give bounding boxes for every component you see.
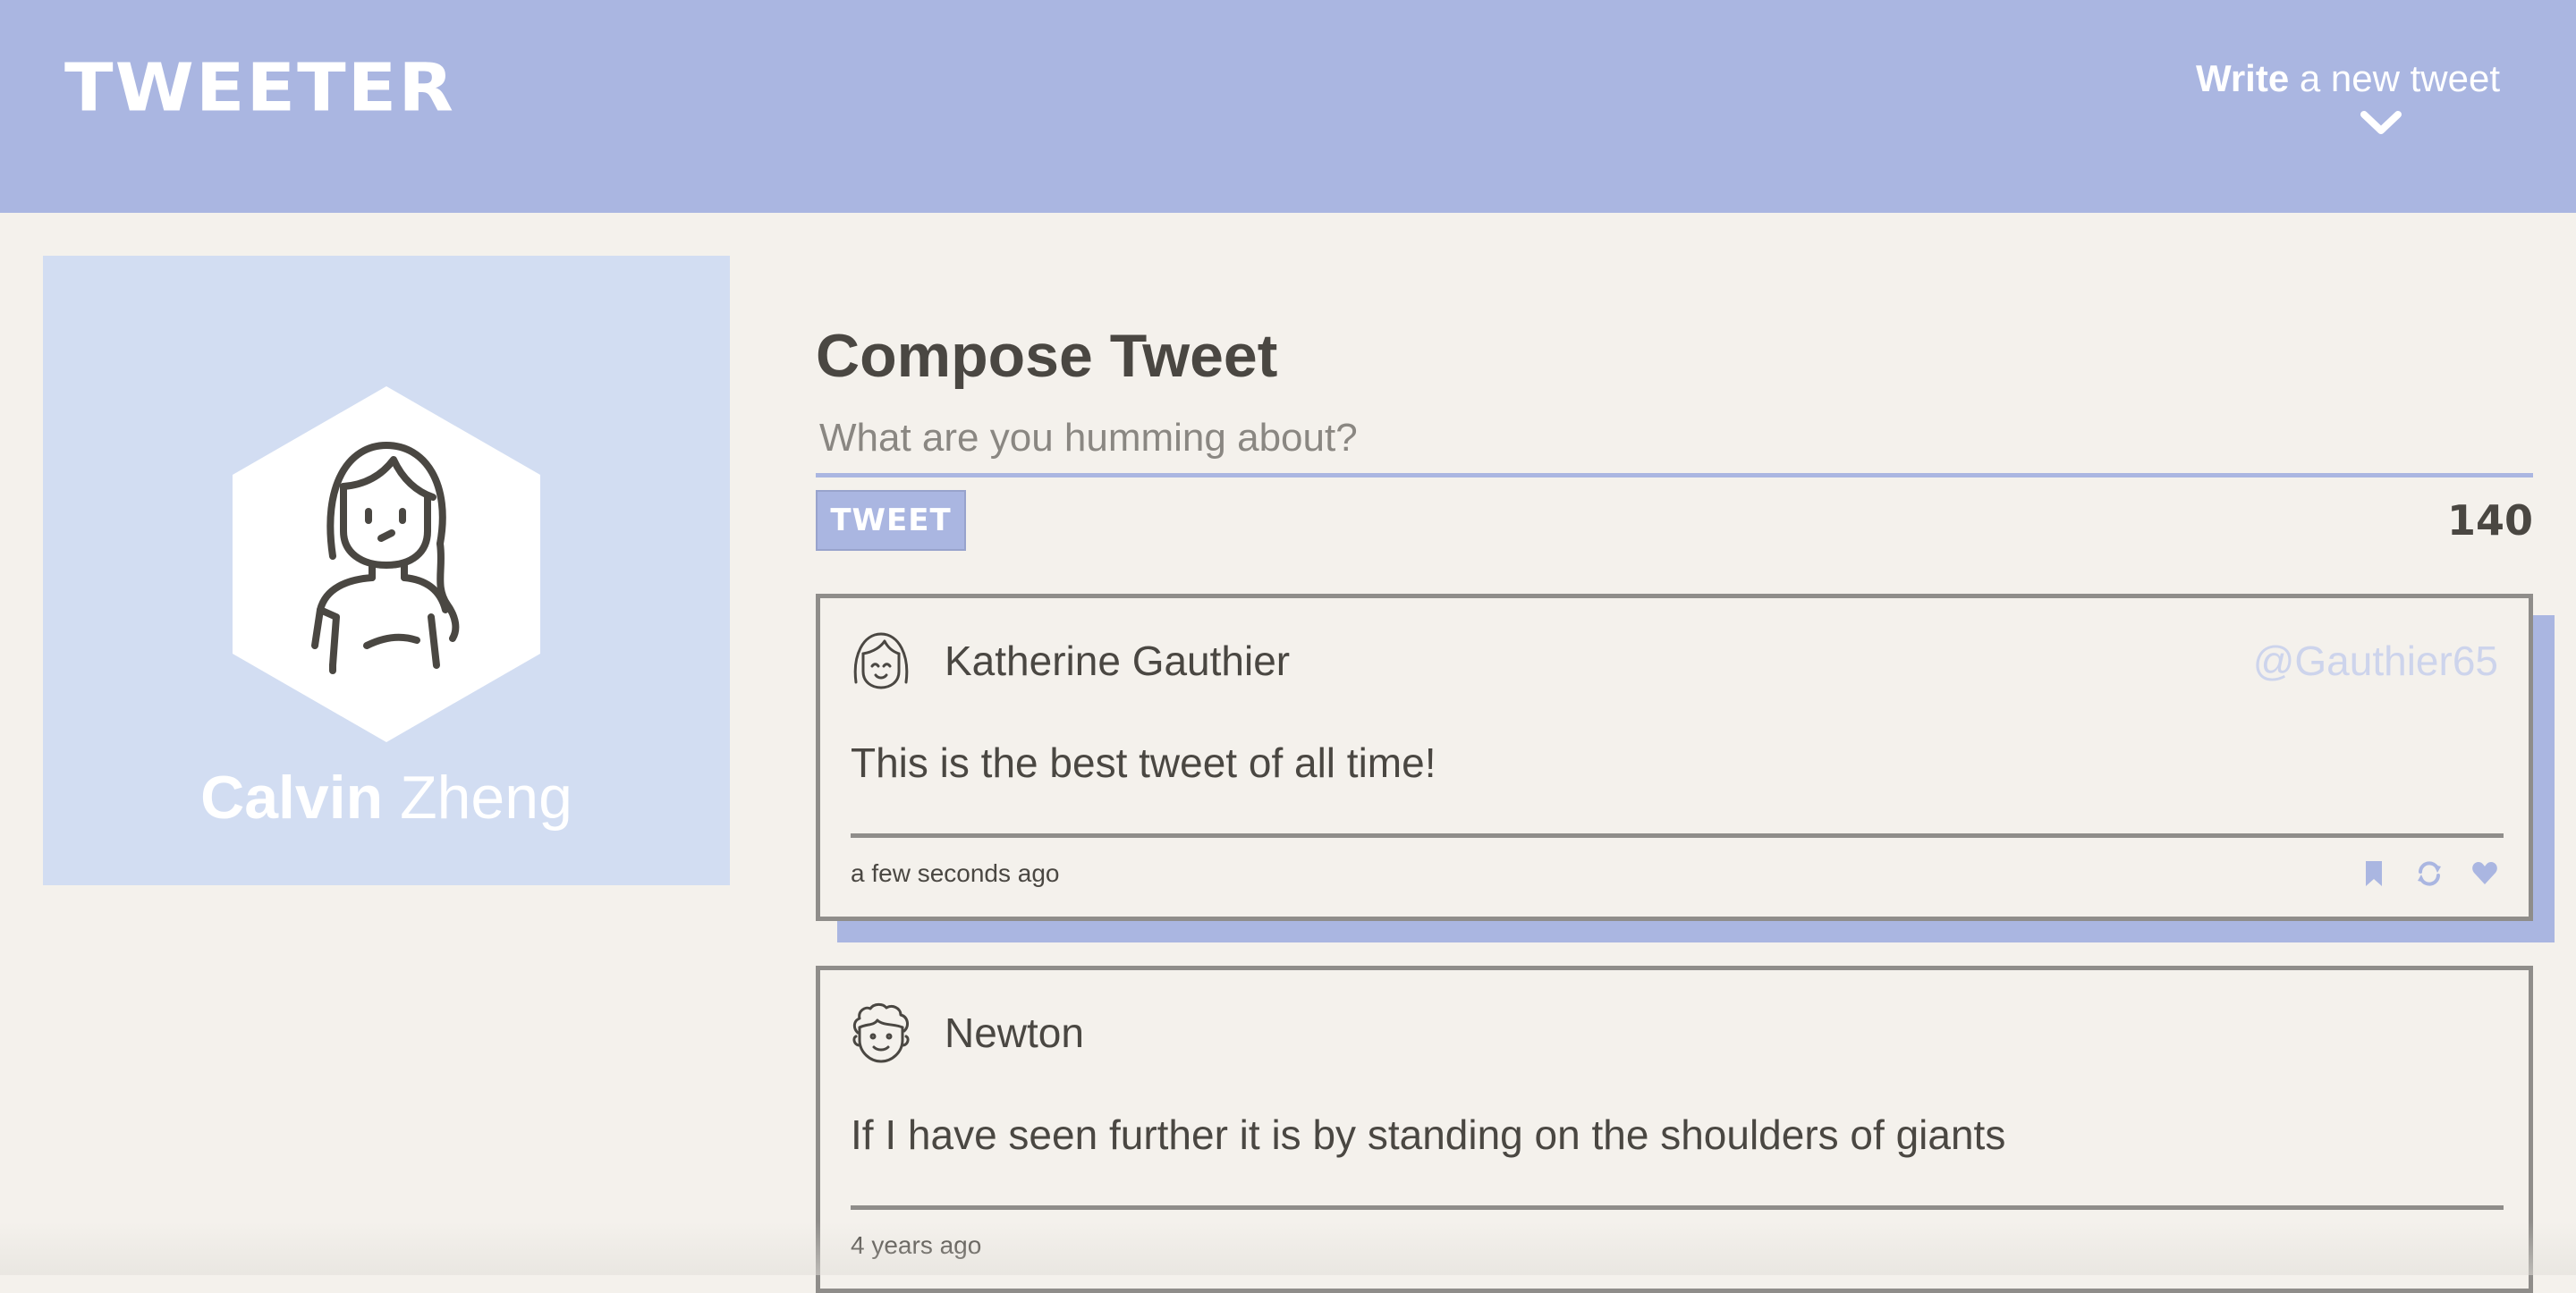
- profile-first-name: Calvin: [200, 764, 384, 832]
- tweet-card: Katherine Gauthier @Gauthier65 This is t…: [816, 594, 2533, 921]
- profile-card: Calvin Zheng: [43, 256, 730, 885]
- tweet-timestamp: 4 years ago: [851, 1231, 982, 1259]
- user-avatar-icon: [233, 386, 540, 742]
- tweet-timestamp: a few seconds ago: [851, 859, 1060, 887]
- navbar: TWEETER Write a new tweet: [0, 0, 2576, 213]
- write-new-tweet-label: Write a new tweet: [2178, 55, 2500, 102]
- tweet-divider: [851, 1205, 2504, 1210]
- tweet-submit-button[interactable]: TWEET: [816, 490, 966, 551]
- profile-last-name: Zheng: [383, 764, 572, 832]
- write-new-tweet-bold: Write: [2195, 57, 2290, 99]
- write-new-tweet-toggle[interactable]: Write a new tweet: [2178, 55, 2500, 145]
- tweet-body: This is the best tweet of all time!: [851, 739, 1436, 786]
- smiling-girl-avatar-icon: [853, 632, 909, 689]
- tweet-handle: @Gauthier65: [2252, 638, 2498, 684]
- retweet-icon[interactable]: [2416, 859, 2443, 888]
- heart-icon[interactable]: [2471, 859, 2498, 888]
- compose-title: Compose Tweet: [816, 322, 1278, 391]
- flag-icon[interactable]: [2360, 859, 2387, 888]
- tweet-divider: [851, 833, 2504, 838]
- tweet-text-input[interactable]: [816, 402, 2533, 477]
- tweet-card: Newton If I have seen further it is by s…: [816, 966, 2533, 1293]
- brand-logo[interactable]: TWEETER: [64, 55, 455, 122]
- profile-name: Calvin Zheng: [43, 762, 730, 833]
- write-new-tweet-text: a new tweet: [2289, 57, 2500, 99]
- curly-hair-avatar-icon: [852, 1002, 910, 1063]
- chevron-down-icon[interactable]: [2360, 111, 2402, 136]
- tweet-author: Katherine Gauthier: [945, 638, 1291, 684]
- character-counter: 140: [2446, 496, 2533, 545]
- tweet-actions: [2360, 858, 2498, 890]
- tweet-author: Newton: [945, 1010, 1084, 1056]
- tweet-body: If I have seen further it is by standing…: [851, 1111, 2006, 1158]
